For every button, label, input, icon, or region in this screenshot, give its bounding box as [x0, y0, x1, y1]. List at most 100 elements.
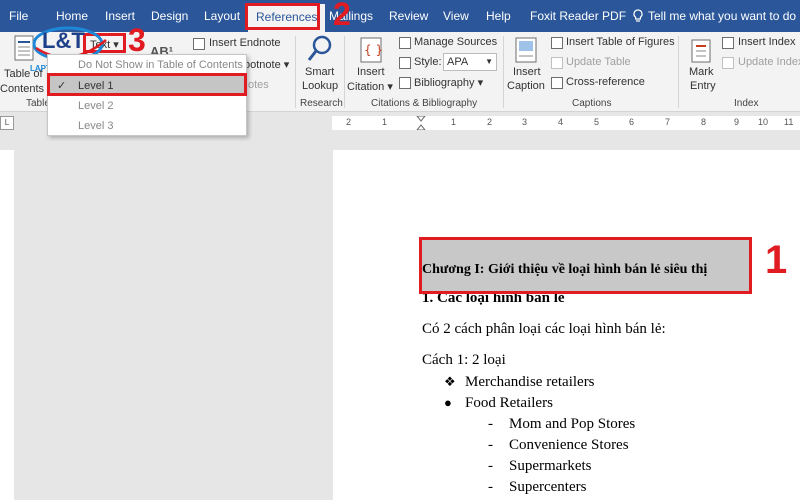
menu-item-label: Do Not Show in Table of Contents	[78, 59, 243, 71]
group-separator	[678, 36, 679, 108]
menu-item-do-not-show[interactable]: Do Not Show in Table of Contents	[48, 55, 246, 75]
ruler-mark: 1	[382, 117, 388, 127]
group-separator	[344, 36, 345, 108]
magnifier-icon	[307, 35, 332, 61]
update-index-button[interactable]: Update Index	[738, 56, 800, 68]
list-item[interactable]: Merchandise retailers	[465, 374, 595, 391]
insert-index-icon	[722, 37, 734, 49]
table-of-figures-icon	[551, 37, 563, 49]
annotation-box-heading	[419, 237, 752, 294]
cross-reference-button[interactable]: Cross-reference	[566, 76, 645, 88]
ruler-mark: 1	[451, 117, 457, 127]
ruler-mark: 10	[758, 117, 769, 127]
annotation-box-references-tab	[245, 3, 320, 30]
dash-marker: -	[488, 416, 493, 432]
insert-table-of-figures-button[interactable]: Insert Table of Figures	[566, 36, 675, 48]
insert-citation-line2: Citation ▾	[347, 81, 393, 93]
toc-label-line2: Contents ▾	[0, 83, 53, 95]
ruler-mark: 2	[487, 117, 493, 127]
ruler-mark: 5	[594, 117, 600, 127]
update-table-button[interactable]: Update Table	[566, 56, 631, 68]
tab-file[interactable]: File	[9, 0, 28, 32]
menu-item-label: Level 2	[78, 100, 114, 112]
ruler-mark: 3	[522, 117, 528, 127]
style-label: Style:	[414, 56, 442, 68]
dash-marker: -	[488, 479, 493, 495]
ruler-mark: 8	[701, 117, 707, 127]
menu-item-level-3[interactable]: Level 3	[48, 116, 246, 136]
insert-caption-icon	[515, 37, 537, 63]
horizontal-ruler[interactable]: 2 1 1 2 3 4 5 6 7 8 9 10 11	[332, 116, 800, 130]
group-separator	[295, 36, 296, 108]
bibliography-button[interactable]: Bibliography ▾	[414, 76, 483, 89]
research-group-label: Research	[300, 98, 343, 109]
chevron-down-icon: ▼	[485, 57, 493, 66]
bullet-marker: ●	[444, 395, 452, 410]
ruler-mark: 2	[346, 117, 352, 127]
style-value: APA	[447, 56, 469, 68]
ruler-mark: 6	[629, 117, 635, 127]
manage-sources-icon	[399, 37, 411, 49]
update-index-icon	[722, 57, 734, 69]
document-page[interactable]: Chương I: Giới thiệu về loại hình bán lẻ…	[333, 150, 800, 500]
cross-reference-icon	[551, 77, 563, 89]
style-icon	[399, 57, 411, 69]
menu-item-label: Level 3	[78, 120, 114, 132]
smart-lookup-line2: Lookup	[302, 80, 339, 92]
ruler-mark: 4	[558, 117, 564, 127]
list-item[interactable]: Convenience Stores	[509, 437, 629, 454]
ruler-mark: 11	[784, 117, 794, 127]
annotation-box-level-1	[47, 73, 247, 96]
ruler-mark: 9	[734, 117, 740, 127]
ruler-corner-label: L	[4, 118, 10, 127]
tab-help[interactable]: Help	[486, 0, 511, 32]
tell-me-text: Tell me what you want to do	[648, 9, 797, 23]
logo-text: L&T	[42, 28, 85, 53]
menu-item-level-2[interactable]: Level 2	[48, 96, 246, 116]
paragraph-classification[interactable]: Có 2 cách phân loại các loại hình bán lẻ…	[422, 321, 666, 338]
smart-lookup-line1: Smart	[305, 66, 335, 78]
tab-layout[interactable]: Layout	[204, 0, 240, 32]
tab-review[interactable]: Review	[389, 0, 428, 32]
lightbulb-icon	[633, 9, 643, 22]
svg-text:{ }: { }	[364, 43, 383, 57]
list-item[interactable]: Mom and Pop Stores	[509, 416, 635, 433]
tell-me-box[interactable]: Tell me what you want to do	[632, 0, 796, 32]
annotation-number-1: 1	[765, 238, 788, 282]
indent-marker-icon[interactable]	[416, 116, 426, 130]
tab-view[interactable]: View	[443, 0, 469, 32]
tab-foxit-reader-pdf[interactable]: Foxit Reader PDF	[530, 0, 626, 32]
list-item[interactable]: Supermarkets	[509, 458, 591, 475]
ruler-tab-selector[interactable]: L	[0, 116, 14, 130]
index-group-label: Index	[734, 98, 759, 109]
insert-caption-line1: Insert	[513, 66, 541, 78]
ruler-mark: 7	[665, 117, 671, 127]
bullet-marker: ❖	[444, 374, 456, 389]
captions-group-label: Captions	[572, 98, 612, 109]
citations-group-label: Citations & Bibliography	[371, 98, 478, 109]
bibliography-icon	[399, 77, 411, 89]
mark-entry-line1: Mark	[689, 66, 714, 78]
tab-design[interactable]: Design	[151, 0, 188, 32]
dash-marker: -	[488, 437, 493, 453]
annotation-number-2: 2	[333, 0, 351, 32]
update-table-icon	[551, 57, 563, 69]
mark-entry-icon	[691, 39, 711, 63]
manage-sources-button[interactable]: Manage Sources	[414, 36, 497, 48]
style-select[interactable]: APA ▼	[443, 53, 497, 71]
vertical-ruler[interactable]	[0, 150, 14, 500]
insert-endnote-button[interactable]: Insert Endnote	[209, 37, 281, 49]
insert-citation-icon: { }	[360, 37, 383, 63]
insert-citation-line1: Insert	[357, 66, 385, 78]
group-separator	[503, 36, 504, 108]
insert-endnote-icon	[193, 38, 205, 50]
insert-index-button[interactable]: Insert Index	[738, 36, 795, 48]
insert-caption-line2: Caption	[507, 80, 545, 92]
list-item[interactable]: Supercenters	[509, 479, 586, 496]
list-item[interactable]: Food Retailers	[465, 395, 553, 412]
mark-entry-line2: Entry	[690, 80, 716, 92]
next-footnote-button[interactable]: ootnote ▾	[244, 58, 289, 71]
show-notes-button[interactable]: otes	[248, 79, 269, 91]
paragraph-method-1[interactable]: Cách 1: 2 loại	[422, 352, 506, 369]
dash-marker: -	[488, 458, 493, 474]
